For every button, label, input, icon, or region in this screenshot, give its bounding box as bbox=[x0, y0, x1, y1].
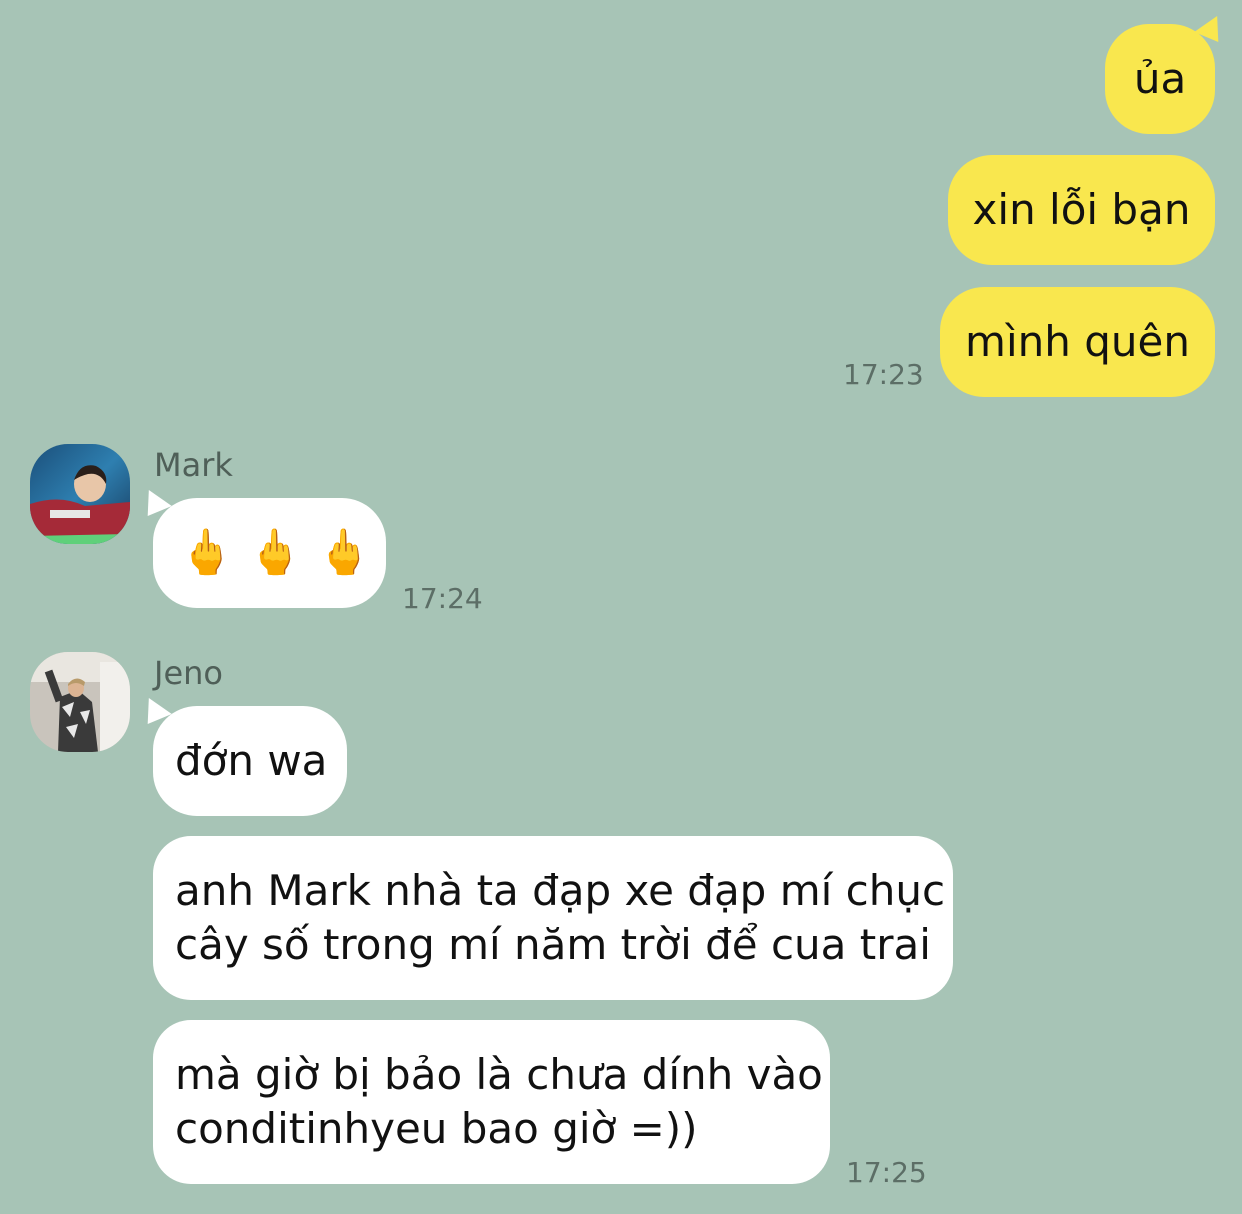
outgoing-message-2[interactable]: xin lỗi bạn bbox=[948, 155, 1215, 265]
avatar-jeno[interactable] bbox=[30, 652, 130, 752]
incoming-message-jeno-2[interactable]: anh Mark nhà ta đạp xe đạp mí chục cây s… bbox=[153, 836, 953, 1000]
sender-name-mark: Mark bbox=[154, 446, 233, 484]
avatar-mark[interactable] bbox=[30, 444, 130, 544]
message-text: ủa bbox=[1133, 54, 1187, 103]
message-line: cây số trong mí năm trời để cua trai bbox=[175, 920, 931, 969]
outgoing-message-1[interactable]: ủa bbox=[1105, 24, 1215, 134]
message-line: conditinhyeu bao giờ =)) bbox=[175, 1104, 698, 1153]
message-text: đớn wa bbox=[175, 736, 328, 785]
timestamp: 17:23 bbox=[843, 358, 924, 391]
avatar-image bbox=[30, 444, 130, 544]
incoming-message-jeno-1[interactable]: đớn wa bbox=[153, 706, 347, 816]
message-text: xin lỗi bạn bbox=[972, 185, 1191, 234]
message-text: mình quên bbox=[965, 317, 1190, 366]
sender-name-jeno: Jeno bbox=[154, 654, 223, 692]
incoming-message-mark[interactable]: 🖕🖕🖕 bbox=[153, 498, 386, 608]
timestamp: 17:24 bbox=[402, 582, 483, 615]
incoming-message-jeno-3[interactable]: mà giờ bị bảo là chưa dính vào conditinh… bbox=[153, 1020, 830, 1184]
timestamp: 17:25 bbox=[846, 1156, 927, 1189]
message-line: anh Mark nhà ta đạp xe đạp mí chục bbox=[175, 866, 946, 915]
outgoing-message-3[interactable]: mình quên bbox=[940, 287, 1215, 397]
avatar-image bbox=[30, 652, 130, 752]
message-line: mà giờ bị bảo là chưa dính vào bbox=[175, 1050, 823, 1099]
message-text: 🖕🖕🖕 bbox=[179, 527, 386, 578]
